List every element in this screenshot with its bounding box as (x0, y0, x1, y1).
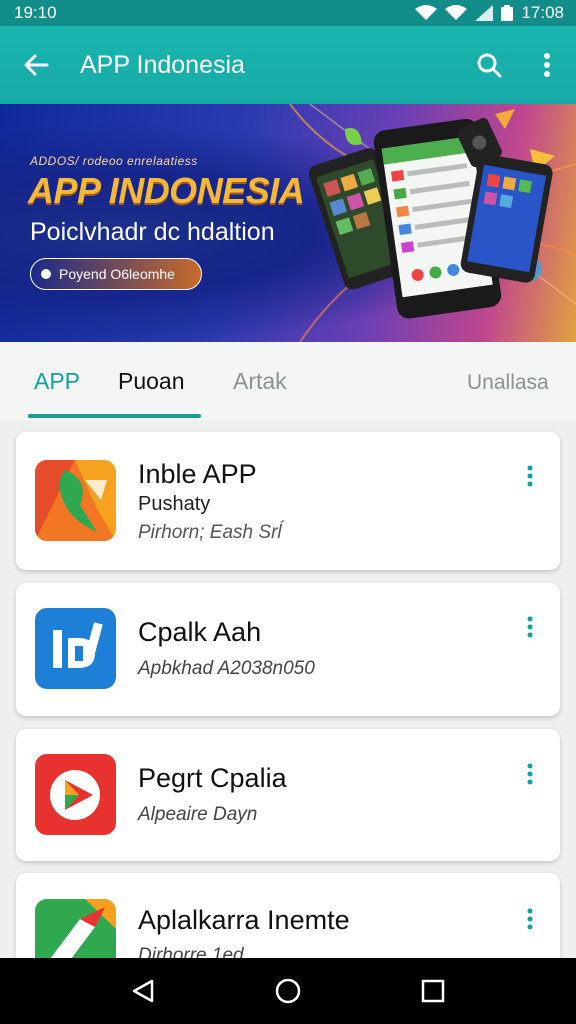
app-icon-cpalk (35, 608, 116, 689)
banner-tagline: ADDOS/ rodeoo enrelaatiess (30, 154, 198, 168)
app-card[interactable]: Pegrt Cpalia Alpeaire Dayn (16, 729, 560, 861)
overflow-menu-button[interactable] (518, 26, 576, 104)
app-name: Inble APP (138, 459, 257, 489)
search-icon (477, 53, 502, 78)
promo-banner[interactable]: ADDOS/ rodeoo enrelaatiess APP INDONESIA… (0, 104, 576, 342)
app-details: Apbkhad A2038n050 (138, 658, 315, 679)
nav-recents-icon (422, 979, 445, 1003)
nav-recents-button[interactable] (413, 971, 453, 1011)
app-name: Aplalkarra Inemte (138, 905, 350, 935)
tab-app[interactable]: APP (34, 368, 80, 395)
nav-back-button[interactable] (123, 971, 163, 1011)
tab-indicator (28, 414, 201, 418)
banner-cta-button[interactable]: Poyend O6leomhe (30, 258, 202, 290)
more-vert-icon[interactable] (520, 615, 540, 639)
bullet-icon (41, 269, 51, 279)
app-card[interactable]: Cpalk Aah Apbkhad A2038n050 (16, 583, 560, 716)
more-vert-icon (544, 53, 550, 77)
app-card[interactable]: Inble APP Pushaty Pirhorn; Eash Srĺ (16, 432, 560, 570)
status-bar: 19:10 17:08 (0, 0, 576, 26)
banner-headline: APP INDONESIA (28, 170, 305, 211)
tab-bar: APP Puoan Artak Unallasa (0, 342, 576, 420)
more-vert-icon[interactable] (520, 464, 540, 488)
app-name: Pegrt Cpalia (138, 763, 287, 793)
status-icons: 17:08 (415, 3, 564, 23)
page-title: APP Indonesia (80, 50, 245, 79)
wifi-icon (415, 5, 438, 20)
nav-home-icon (275, 978, 301, 1004)
tab-unallasa[interactable]: Unallasa (467, 371, 549, 395)
app-bar: APP Indonesia (0, 26, 576, 104)
app-publisher: Pushaty (138, 493, 211, 515)
app-details: Alpeaire Dayn (138, 804, 258, 825)
banner-cta-label: Poyend O6leomhe (59, 266, 175, 282)
nav-back-icon (132, 979, 153, 1003)
app-details: Pirhorn; Eash Srĺ (138, 522, 282, 543)
app-name: Cpalk Aah (138, 617, 262, 647)
system-nav-bar (0, 958, 576, 1024)
more-vert-icon[interactable] (520, 762, 540, 786)
search-button[interactable] (460, 26, 518, 104)
battery-icon (501, 5, 514, 21)
back-button[interactable] (0, 26, 72, 104)
nav-home-button[interactable] (268, 971, 308, 1011)
more-vert-icon[interactable] (520, 907, 540, 931)
status-time-left: 19:10 (14, 3, 57, 22)
wifi-signal-icon (445, 5, 468, 20)
banner-subtitle: Poiclvhadr dc hdaltion (30, 218, 275, 246)
status-time-right: 17:08 (521, 3, 564, 22)
arrow-back-icon (24, 54, 49, 76)
app-icon-inble (35, 460, 116, 541)
tab-puoan[interactable]: Puoan (118, 368, 185, 395)
cell-signal-icon (475, 5, 494, 21)
tab-artak[interactable]: Artak (233, 368, 287, 395)
app-icon-pegrt (35, 754, 116, 835)
